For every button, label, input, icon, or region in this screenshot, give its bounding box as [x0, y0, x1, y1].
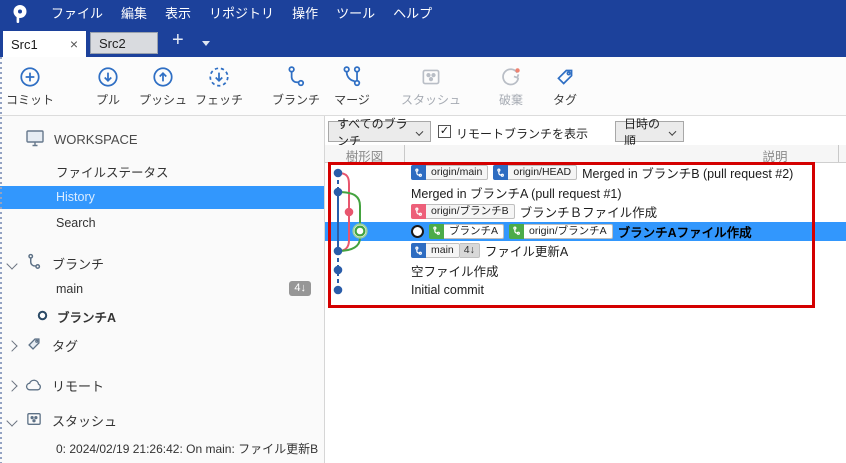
column-divider[interactable]	[404, 145, 405, 162]
stash-button[interactable]: スタッシュ	[401, 65, 461, 108]
remote-branches-checkbox[interactable]: ✓	[438, 125, 451, 138]
branch-badge: origin/HEAD	[493, 165, 578, 181]
working-copy-parent-icon	[411, 224, 424, 238]
window-edge	[0, 57, 2, 463]
commit-message: ブランチAファイル作成	[617, 225, 752, 240]
commit-message: Merged in ブランチB (pull request #2)	[582, 167, 794, 182]
behind-count-badge: 4↓	[289, 281, 311, 296]
chevron-down-icon[interactable]	[6, 414, 18, 427]
sidebar-item-search[interactable]: Search	[56, 216, 96, 230]
sidebar-item-file-status[interactable]: ファイルステータス	[56, 162, 169, 181]
tab-bar: Src1 × Src2 +	[0, 28, 846, 57]
behind-count-badge: 4↓	[459, 243, 480, 259]
menu-view[interactable]: 表示	[156, 0, 200, 28]
discard-button[interactable]: 破棄	[499, 65, 523, 108]
stash-entry[interactable]: 0: 2024/02/19 21:26:42: On main: ファイル更新B	[56, 440, 318, 457]
branch-icon	[411, 204, 426, 220]
menu-help[interactable]: ヘルプ	[384, 0, 441, 28]
commit-row[interactable]: main 4↓ ファイル更新A	[325, 241, 846, 261]
commit-row[interactable]: Merged in ブランチA (pull request #1)	[325, 183, 846, 203]
branch-icon	[284, 65, 308, 89]
commit-row-selected[interactable]: ブランチA origin/ブランチA ブランチAファイル作成	[325, 221, 846, 241]
push-button[interactable]: プッシュ	[139, 65, 187, 108]
menu-tools[interactable]: ツール	[327, 0, 384, 28]
column-divider[interactable]	[838, 145, 839, 162]
tab-label: Src2	[99, 35, 126, 51]
commit-message: Merged in ブランチA (pull request #1)	[411, 186, 622, 201]
merge-button[interactable]: マージ	[334, 65, 370, 108]
commit-row[interactable]: origin/ブランチB ブランチＢファイル作成	[325, 202, 846, 222]
push-icon	[151, 65, 175, 89]
branch-icon	[411, 243, 426, 259]
tab-src2[interactable]: Src2	[90, 32, 158, 54]
commit-row[interactable]: Initial commit	[325, 280, 846, 300]
branch-button[interactable]: ブランチ	[272, 65, 320, 108]
monitor-icon	[24, 128, 46, 151]
commit-message: Initial commit	[411, 282, 484, 297]
tag-icon	[553, 65, 577, 89]
sidebar-item-history[interactable]: History	[0, 186, 324, 209]
branch-badge: origin/ブランチB	[411, 204, 515, 220]
chevron-down-icon	[415, 127, 424, 136]
menu-bar: ファイル 編集 表示 リポジトリ 操作 ツール ヘルプ	[0, 0, 846, 28]
sidebar: WORKSPACE ファイルステータス History Search ブランチ …	[0, 116, 325, 463]
menu-repository[interactable]: リポジトリ	[200, 0, 283, 28]
table-header: 樹形図 説明	[325, 145, 846, 164]
history-pane: すべてのブランチ ✓ リモートブランチを表示 日時の順 樹形図 説明 origi…	[325, 116, 846, 463]
workspace-header[interactable]: WORKSPACE	[24, 128, 138, 151]
toolbar: コミット プル プッシュ フェッチ ブランチ マージ スタッシュ 破棄 タグ	[0, 57, 846, 116]
menu-edit[interactable]: 編集	[112, 0, 156, 28]
remote-branches-label[interactable]: リモートブランチを表示	[456, 125, 588, 142]
chevron-right-icon[interactable]	[6, 379, 18, 392]
cloud-icon	[25, 377, 43, 395]
tab-list-caret-icon[interactable]	[202, 41, 210, 46]
commit-button[interactable]: コミット	[6, 65, 54, 108]
current-branch-icon	[37, 310, 48, 324]
commit-message: ファイル更新A	[484, 245, 569, 260]
branch-icon	[429, 223, 444, 239]
commit-row[interactable]: origin/main origin/HEAD Merged in ブランチB …	[325, 163, 846, 183]
merge-icon	[340, 65, 364, 89]
tab-src1[interactable]: Src1 ×	[3, 31, 86, 57]
sidebar-branch-main[interactable]: main	[56, 282, 83, 296]
commit-icon	[18, 65, 42, 89]
commit-row[interactable]: 空ファイル作成	[325, 261, 846, 281]
branch-badge: origin/ブランチA	[509, 223, 613, 239]
pull-icon	[96, 65, 120, 89]
fetch-button[interactable]: フェッチ	[195, 65, 243, 108]
commit-message: ブランチＢファイル作成	[519, 206, 658, 221]
fetch-icon	[207, 65, 231, 89]
sort-order-dropdown[interactable]: 日時の順	[615, 117, 684, 148]
pull-button[interactable]: プル	[96, 65, 120, 108]
branch-icon	[25, 253, 43, 274]
branch-badge: main 4↓	[411, 243, 480, 259]
tag-button[interactable]: タグ	[553, 65, 577, 108]
branch-badge: ブランチA	[429, 223, 505, 239]
branch-icon	[493, 165, 509, 181]
branch-icon	[509, 223, 525, 239]
chevron-down-icon[interactable]	[6, 257, 18, 270]
tab-label: Src1	[11, 36, 38, 52]
discard-icon	[499, 65, 523, 89]
menu-file[interactable]: ファイル	[42, 0, 112, 28]
stash-icon	[25, 410, 43, 431]
tag-icon	[25, 335, 43, 356]
branch-scope-dropdown[interactable]: すべてのブランチ	[328, 117, 431, 148]
commit-message: 空ファイル作成	[411, 264, 499, 279]
close-icon[interactable]: ×	[70, 37, 78, 51]
stash-icon	[419, 65, 443, 89]
new-tab-button[interactable]: +	[172, 29, 184, 52]
menu-actions[interactable]: 操作	[283, 0, 327, 28]
sidebar-section-stashes[interactable]: スタッシュ	[6, 410, 117, 431]
sidebar-section-remotes[interactable]: リモート	[6, 376, 104, 395]
branch-badge: origin/main	[411, 165, 489, 181]
branch-icon	[411, 165, 426, 181]
chevron-right-icon[interactable]	[6, 339, 18, 352]
sidebar-section-branches[interactable]: ブランチ	[6, 253, 104, 274]
sourcetree-logo-icon	[10, 3, 30, 25]
chevron-down-icon	[668, 127, 677, 136]
sidebar-branch-brancha[interactable]: ブランチA	[37, 307, 116, 326]
sidebar-section-tags[interactable]: タグ	[6, 335, 78, 356]
sourcetree-window: ファイル 編集 表示 リポジトリ 操作 ツール ヘルプ Src1 × Src2 …	[0, 0, 846, 463]
